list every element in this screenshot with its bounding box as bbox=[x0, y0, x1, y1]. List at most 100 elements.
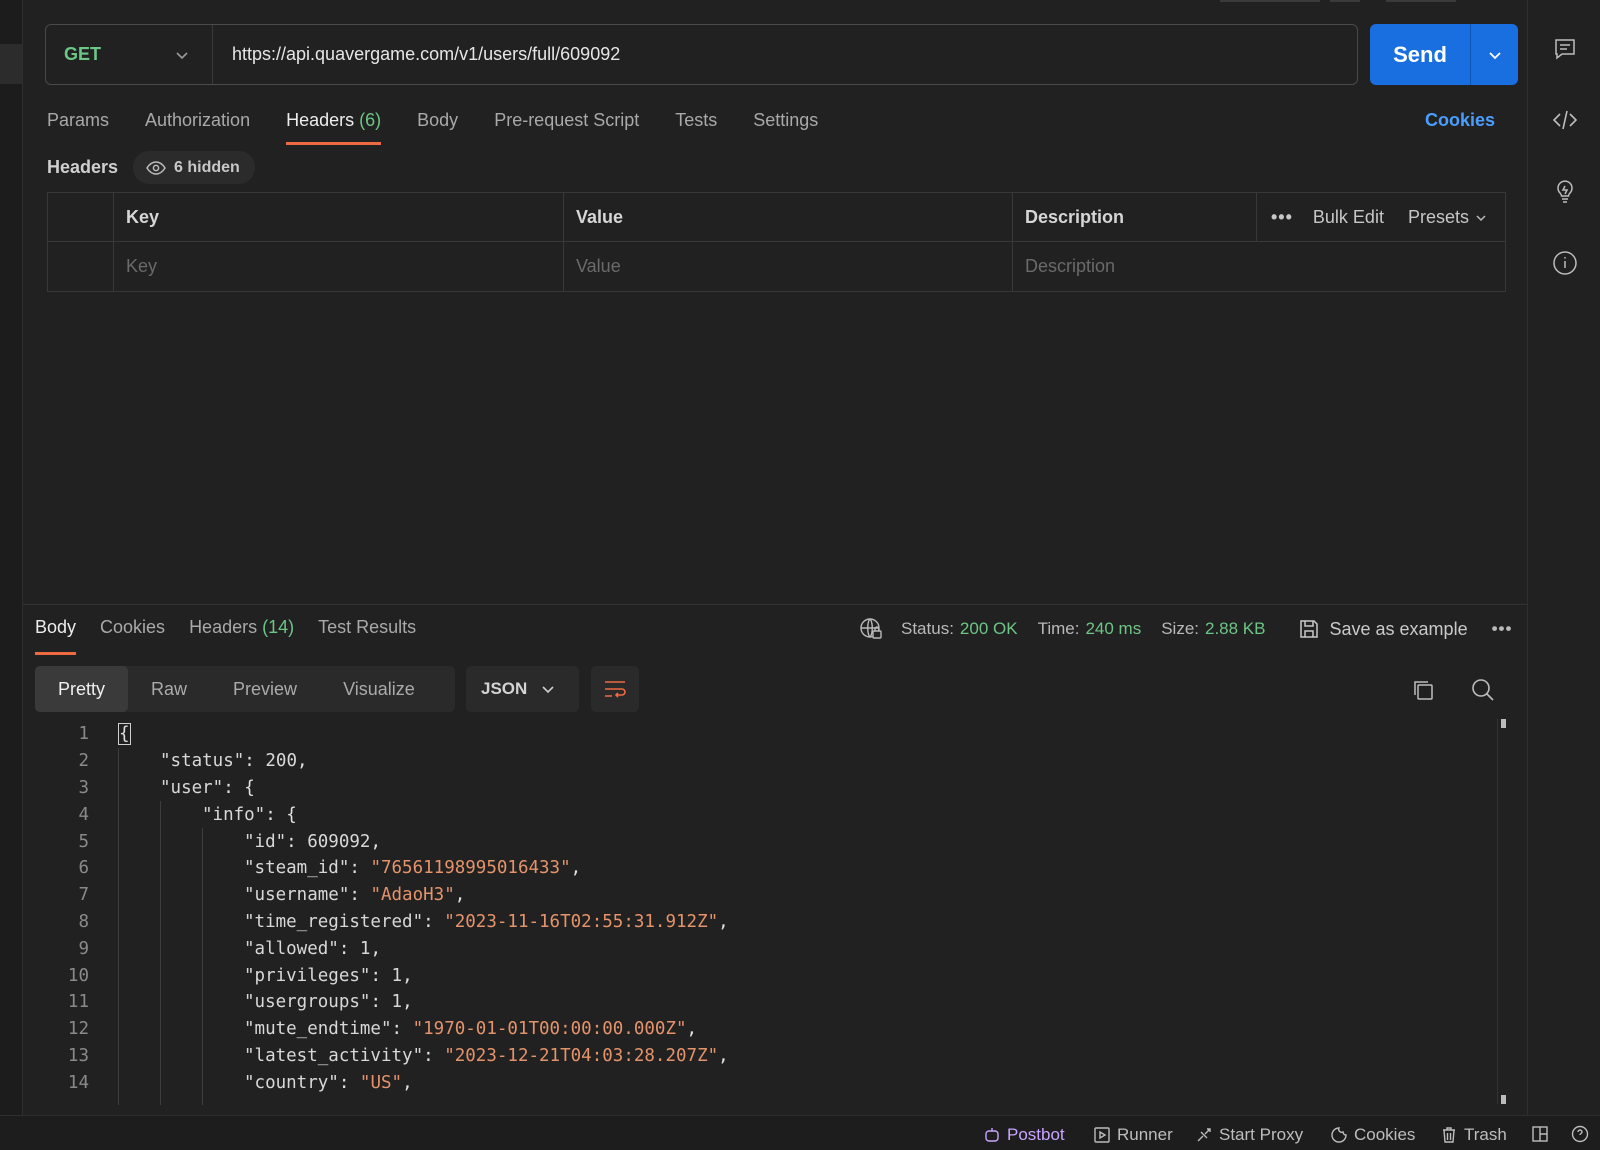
hidden-headers-toggle[interactable]: 6 hidden bbox=[133, 151, 255, 184]
cookie-icon bbox=[1331, 1127, 1347, 1143]
more-options-button[interactable]: ••• bbox=[1271, 207, 1293, 228]
json-punct: : bbox=[338, 1072, 360, 1093]
mode-preview[interactable]: Preview bbox=[210, 666, 320, 712]
json-number: 1 bbox=[391, 965, 403, 986]
json-key: "status" bbox=[160, 751, 245, 772]
chevron-down-icon bbox=[174, 47, 190, 63]
bulk-edit-button[interactable]: Bulk Edit bbox=[1313, 207, 1384, 228]
code-line: 8 "time_registered": "2023-11-16T02:55:31… bbox=[35, 909, 1505, 936]
request-tabs: Params Authorization Headers (6) Body Pr… bbox=[47, 105, 854, 145]
json-key: "mute_endtime" bbox=[244, 1019, 392, 1040]
trash-button[interactable]: Trash bbox=[1440, 1125, 1507, 1145]
line-number: 13 bbox=[67, 1045, 89, 1066]
tab-body[interactable]: Body bbox=[417, 105, 458, 145]
line-number: 11 bbox=[67, 992, 89, 1013]
line-number: 8 bbox=[78, 911, 89, 932]
mode-visualize[interactable]: Visualize bbox=[320, 666, 438, 712]
lightbulb-icon[interactable] bbox=[1552, 178, 1578, 204]
table-tools: ••• Bulk Edit Presets bbox=[1256, 193, 1487, 242]
code-content: "status": 200, bbox=[160, 751, 308, 771]
url-input[interactable]: https://api.quavergame.com/v1/users/full… bbox=[213, 44, 620, 65]
line-number: 5 bbox=[78, 831, 89, 852]
code-line: 5 "id": 609092, bbox=[35, 828, 1505, 855]
save-as-example-button[interactable]: Save as example bbox=[1298, 618, 1468, 640]
json-number: 1 bbox=[359, 938, 371, 959]
send-button[interactable]: Send bbox=[1370, 24, 1470, 85]
tab-test-results[interactable]: Test Results bbox=[318, 617, 416, 655]
save-icon bbox=[1299, 620, 1318, 638]
comment-icon[interactable] bbox=[1552, 36, 1578, 62]
code-content: { bbox=[118, 723, 131, 746]
size-value[interactable]: 2.88 KB bbox=[1205, 619, 1266, 639]
tab-tests[interactable]: Tests bbox=[675, 105, 717, 145]
indent-guide bbox=[160, 801, 161, 1105]
start-proxy-button[interactable]: Start Proxy bbox=[1195, 1125, 1303, 1145]
layout-toggle[interactable] bbox=[1531, 1125, 1555, 1143]
description-input[interactable]: Description bbox=[1012, 242, 1505, 291]
globe-icon[interactable] bbox=[859, 617, 883, 641]
key-input[interactable]: Key bbox=[113, 242, 563, 291]
cookies-button[interactable]: Cookies bbox=[1330, 1125, 1415, 1145]
method-select[interactable]: GET bbox=[46, 25, 213, 84]
code-scrollbar[interactable] bbox=[1497, 719, 1507, 1104]
help-button[interactable] bbox=[1571, 1125, 1595, 1143]
postbot-button[interactable]: Postbot bbox=[983, 1125, 1065, 1145]
json-key: "latest_activity" bbox=[244, 1045, 424, 1066]
format-select[interactable]: JSON bbox=[466, 666, 579, 712]
presets-dropdown[interactable]: Presets bbox=[1408, 207, 1487, 228]
json-punct: : bbox=[338, 938, 360, 959]
layout-icon bbox=[1532, 1126, 1548, 1142]
line-number: 1 bbox=[78, 724, 89, 745]
tab-response-body[interactable]: Body bbox=[35, 617, 77, 655]
tab-headers[interactable]: Headers (6) bbox=[286, 105, 382, 145]
json-punct: , bbox=[370, 831, 381, 852]
wrap-lines-button[interactable] bbox=[591, 666, 639, 712]
info-icon[interactable] bbox=[1552, 250, 1578, 276]
chevron-down-icon bbox=[1488, 51, 1501, 59]
json-punct: , bbox=[370, 938, 381, 959]
code-line: 6 "steam_id": "76561198995016433", bbox=[35, 855, 1505, 882]
line-number: 14 bbox=[67, 1072, 89, 1093]
response-tabs: Body Cookies Headers (14) Test Results bbox=[35, 617, 440, 655]
response-more-button[interactable]: ••• bbox=[1492, 619, 1513, 639]
headers-title: Headers bbox=[47, 157, 119, 177]
runner-button[interactable]: Runner bbox=[1093, 1125, 1173, 1145]
code-icon[interactable] bbox=[1552, 107, 1578, 133]
column-value: Value bbox=[563, 193, 1013, 242]
status-bar: Postbot Runner Start Proxy Cookies Trash bbox=[0, 1115, 1600, 1150]
eye-icon bbox=[146, 160, 166, 175]
tab-response-headers[interactable]: Headers (14) bbox=[189, 617, 294, 655]
json-punct: : bbox=[286, 831, 308, 852]
tab-pre-request-script[interactable]: Pre-request Script bbox=[494, 105, 639, 145]
value-input[interactable]: Value bbox=[563, 242, 1013, 291]
status-label: Status: bbox=[901, 619, 954, 638]
mode-raw[interactable]: Raw bbox=[128, 666, 210, 712]
size-label: Size: bbox=[1161, 619, 1199, 638]
json-string: "US" bbox=[359, 1072, 403, 1093]
cookies-link[interactable]: Cookies bbox=[1425, 110, 1495, 131]
mode-pretty[interactable]: Pretty bbox=[35, 666, 129, 712]
code-content: "time_registered": "2023-11-16T02:55:31.… bbox=[244, 912, 729, 932]
code-content: "steam_id": "76561198995016433", bbox=[244, 858, 581, 878]
pane-divider[interactable] bbox=[23, 604, 1527, 605]
json-string: "2023-12-21T04:03:28.207Z" bbox=[444, 1045, 719, 1066]
tab-authorization[interactable]: Authorization bbox=[145, 105, 250, 145]
tab-response-cookies[interactable]: Cookies bbox=[100, 617, 165, 655]
time-value[interactable]: 240 ms bbox=[1085, 619, 1141, 639]
code-content: "mute_endtime": "1970-01-01T00:00:00.000… bbox=[244, 1019, 697, 1039]
send-options-button[interactable] bbox=[1470, 24, 1518, 85]
copy-icon[interactable] bbox=[1411, 678, 1435, 702]
code-content: "user": { bbox=[160, 778, 255, 798]
sidebar-selected-item[interactable] bbox=[0, 44, 22, 84]
indent-guide bbox=[118, 747, 119, 1105]
top-tab-edges bbox=[1220, 0, 1520, 3]
response-body-viewer[interactable]: 1{2 "status": 200, 3 "user": {4 "info": {5 "i… bbox=[35, 721, 1505, 1105]
status-value[interactable]: 200 OK bbox=[960, 619, 1018, 639]
json-punct: , bbox=[718, 1045, 729, 1066]
search-icon[interactable] bbox=[1471, 678, 1495, 702]
code-line: 3 "user": { bbox=[35, 775, 1505, 802]
tab-settings[interactable]: Settings bbox=[753, 105, 818, 145]
json-punct: : bbox=[349, 858, 371, 879]
table-row: Key Value Description bbox=[48, 242, 1505, 291]
tab-params[interactable]: Params bbox=[47, 105, 109, 145]
